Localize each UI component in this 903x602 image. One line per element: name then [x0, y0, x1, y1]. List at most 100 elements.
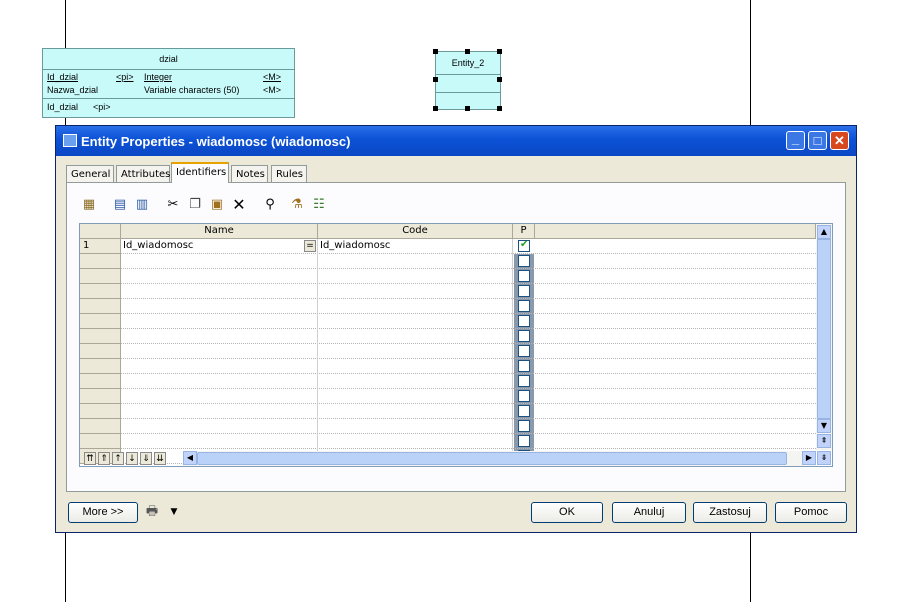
code-cell[interactable] — [318, 404, 513, 419]
move-page-down-icon[interactable]: ⇓ — [140, 452, 152, 465]
name-cell[interactable] — [121, 374, 318, 389]
add-row-icon[interactable]: ▥ — [132, 195, 152, 215]
primary-checkbox[interactable] — [518, 390, 530, 402]
copy-icon[interactable]: ❐ — [185, 195, 205, 215]
tab-identifiers[interactable]: Identifiers — [171, 162, 229, 183]
move-bottom-icon[interactable]: ⇊ — [154, 452, 166, 465]
table-row[interactable] — [121, 299, 816, 314]
name-cell[interactable] — [121, 254, 318, 269]
vertical-scrollbar[interactable]: ▲ ▼ ⇞ — [816, 224, 832, 450]
tab-attributes[interactable]: Attributes — [116, 165, 170, 182]
more-button[interactable]: More >> — [68, 502, 138, 523]
ellipsis-button[interactable]: = — [304, 240, 316, 252]
name-cell[interactable] — [121, 404, 318, 419]
row-header[interactable] — [80, 269, 121, 284]
dialog-titlebar[interactable]: Entity Properties - wiadomosc (wiadomosc… — [56, 126, 856, 156]
name-cell[interactable] — [121, 284, 318, 299]
row-header[interactable] — [80, 359, 121, 374]
table-row[interactable] — [121, 359, 816, 374]
name-cell[interactable] — [121, 359, 318, 374]
primary-checkbox[interactable] — [518, 315, 530, 327]
code-cell[interactable] — [318, 434, 513, 449]
name-cell[interactable] — [121, 434, 318, 449]
primary-checkbox[interactable] — [518, 435, 530, 447]
scroll-top-icon[interactable]: ⇞ — [817, 434, 831, 448]
apply-button[interactable]: Zastosuj — [693, 502, 767, 523]
scroll-thumb[interactable] — [817, 239, 831, 419]
maximize-button[interactable]: □ — [808, 131, 827, 150]
table-row[interactable] — [121, 374, 816, 389]
scroll-up-icon[interactable]: ▲ — [817, 225, 831, 239]
table-row[interactable] — [121, 314, 816, 329]
table-row[interactable] — [121, 434, 816, 449]
selection-handle[interactable] — [497, 49, 502, 54]
name-cell[interactable] — [121, 329, 318, 344]
delete-icon[interactable]: ✕ — [229, 195, 249, 215]
row-header[interactable] — [80, 404, 121, 419]
name-cell[interactable] — [121, 314, 318, 329]
primary-checkbox[interactable] — [518, 330, 530, 342]
move-top-icon[interactable]: ⇈ — [84, 452, 96, 465]
code-cell[interactable] — [318, 389, 513, 404]
row-header[interactable] — [80, 374, 121, 389]
tab-rules[interactable]: Rules — [271, 165, 307, 182]
column-header-name[interactable]: Name — [121, 224, 318, 239]
cancel-button[interactable]: Anuluj — [612, 502, 686, 523]
scroll-bottom-icon[interactable]: ⇟ — [817, 451, 831, 465]
move-up-icon[interactable]: ↑ — [112, 452, 124, 465]
row-header[interactable] — [80, 389, 121, 404]
close-button[interactable]: ✕ — [830, 131, 849, 150]
selection-handle[interactable] — [433, 49, 438, 54]
move-page-up-icon[interactable]: ⇑ — [98, 452, 110, 465]
customize-columns-icon[interactable]: ☷ — [309, 195, 329, 215]
scroll-thumb[interactable] — [197, 452, 787, 465]
selection-handle[interactable] — [497, 77, 502, 82]
name-cell[interactable] — [121, 269, 318, 284]
paste-icon[interactable]: ▣ — [207, 195, 227, 215]
code-cell[interactable] — [318, 374, 513, 389]
tab-notes[interactable]: Notes — [231, 165, 268, 182]
code-cell[interactable] — [318, 314, 513, 329]
table-row[interactable] — [121, 389, 816, 404]
selection-handle[interactable] — [465, 49, 470, 54]
filter-icon[interactable]: ⚗ — [287, 195, 307, 215]
horizontal-scrollbar[interactable]: ◀ ▶ — [183, 451, 816, 466]
insert-row-icon[interactable]: ▤ — [110, 195, 130, 215]
primary-checkbox[interactable] — [518, 255, 530, 267]
row-header[interactable] — [80, 344, 121, 359]
primary-checkbox[interactable] — [518, 270, 530, 282]
code-cell[interactable] — [318, 284, 513, 299]
code-cell[interactable] — [318, 269, 513, 284]
primary-checkbox[interactable] — [518, 405, 530, 417]
code-cell[interactable] — [318, 329, 513, 344]
selection-handle[interactable] — [497, 106, 502, 111]
scroll-down-icon[interactable]: ▼ — [817, 419, 831, 433]
table-row[interactable] — [121, 329, 816, 344]
table-row[interactable] — [121, 269, 816, 284]
ok-button[interactable]: OK — [531, 502, 603, 523]
help-button[interactable]: Pomoc — [775, 502, 847, 523]
row-header[interactable] — [80, 329, 121, 344]
name-cell[interactable] — [121, 299, 318, 314]
scroll-left-icon[interactable]: ◀ — [183, 451, 197, 465]
code-cell[interactable] — [318, 359, 513, 374]
primary-checkbox[interactable] — [518, 239, 530, 252]
minimize-button[interactable]: _ — [786, 131, 805, 150]
print-icon[interactable]: 🖶 — [142, 502, 162, 522]
entity-dzial[interactable]: dzial Id_dzial <pi> Integer <M> Nazwa_dz… — [42, 48, 295, 118]
row-header[interactable] — [80, 419, 121, 434]
scroll-right-icon[interactable]: ▶ — [802, 451, 816, 465]
code-cell[interactable]: Id_wiadomosc — [318, 239, 513, 254]
move-down-icon[interactable]: ↓ — [126, 452, 138, 465]
code-cell[interactable] — [318, 344, 513, 359]
row-header[interactable] — [80, 434, 121, 449]
column-header-code[interactable]: Code — [318, 224, 513, 239]
row-header[interactable]: 1 — [80, 239, 121, 254]
primary-checkbox[interactable] — [518, 285, 530, 297]
name-cell[interactable] — [121, 344, 318, 359]
column-header-primary[interactable]: P — [513, 224, 535, 239]
name-cell[interactable]: Id_wiadomosc — [121, 239, 318, 254]
primary-checkbox[interactable] — [518, 360, 530, 372]
code-cell[interactable] — [318, 299, 513, 314]
selection-handle[interactable] — [433, 106, 438, 111]
